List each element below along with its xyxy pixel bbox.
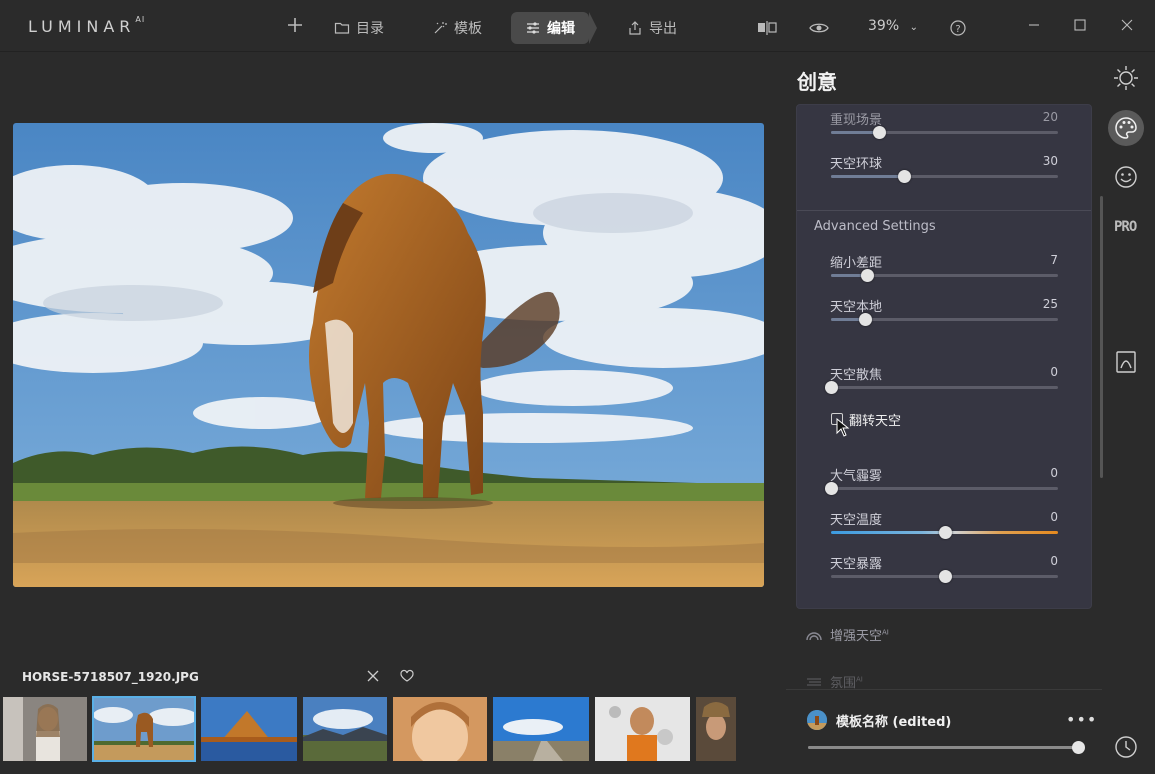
smile-icon[interactable] (1112, 163, 1140, 191)
mouse-cursor-icon (836, 418, 850, 437)
panel-title: 创意 (797, 70, 837, 94)
slider-value: 7 (1050, 253, 1058, 267)
minimize-icon[interactable] (1026, 17, 1042, 33)
portrait-icon[interactable] (1112, 348, 1140, 376)
slider-label: 天空温度 (830, 513, 883, 528)
svg-text:?: ? (955, 24, 960, 35)
fog-icon (807, 677, 821, 686)
thumbnail[interactable] (393, 697, 487, 761)
main-photo-canvas[interactable] (13, 123, 764, 587)
panel-scrollbar[interactable] (1100, 196, 1103, 478)
slider-value: 30 (1042, 154, 1058, 168)
tab-templates[interactable]: 模板 (432, 12, 482, 44)
folder-icon (334, 22, 350, 34)
thumbnail[interactable] (493, 697, 589, 761)
title-bar: LUMINARAI 目录 模板 编辑 导出 39% ⌄ ? (0, 0, 1155, 52)
slider-relight-scene[interactable] (831, 126, 1058, 139)
template-name: 模板名称 (edited) (836, 715, 952, 730)
slider-value: 0 (1050, 466, 1058, 480)
close-icon[interactable] (1119, 17, 1135, 33)
maximize-icon[interactable] (1072, 17, 1088, 33)
palette-icon[interactable] (1112, 114, 1140, 142)
section-augmented-sky[interactable]: 增强天空AI (806, 625, 889, 644)
thumbnail[interactable] (696, 697, 736, 761)
tab-export[interactable]: 导出 (627, 12, 677, 44)
sliders-icon (527, 22, 539, 34)
sky-ai-settings-card: 重现场景 20 天空环球 30 Advanced Settings 缩小差距 7… (796, 104, 1092, 609)
history-icon[interactable] (1112, 733, 1140, 761)
thumbnail-image (201, 697, 297, 761)
thumbnail[interactable] (201, 697, 297, 761)
slider-label: 缩小差距 (830, 256, 883, 271)
pro-icon[interactable]: PRO (1114, 219, 1137, 235)
eye-icon[interactable] (809, 18, 829, 38)
thumbnail-image (93, 697, 195, 761)
template-thumbnail (807, 710, 827, 730)
thumbnail[interactable] (303, 697, 387, 761)
magic-wand-icon (434, 22, 447, 34)
thumbnail-image (303, 697, 387, 761)
divider (786, 689, 1102, 690)
add-photos-button[interactable] (284, 14, 306, 36)
slider-label: 天空环球 (830, 157, 883, 172)
horse-photo (13, 123, 764, 587)
slider-atmospheric-haze[interactable] (825, 482, 1058, 495)
advanced-settings-header[interactable]: Advanced Settings (814, 219, 936, 234)
photo-filename: HORSE-5718507_1920.JPG (22, 670, 199, 684)
divider (797, 210, 1091, 211)
slider-value: 20 (1042, 110, 1058, 124)
flip-sky-label[interactable]: 翻转天空 (849, 410, 901, 429)
chevron-down-icon: ⌄ (909, 22, 918, 33)
compare-icon[interactable] (757, 18, 777, 38)
slider-label: 天空本地 (830, 300, 883, 315)
slider-sky-temperature[interactable] (831, 526, 1058, 539)
slider-label: 天空散焦 (830, 368, 883, 383)
slider-sky-local[interactable] (831, 313, 1058, 326)
slider-sky-exposure[interactable] (831, 570, 1058, 583)
slider-sky-defocus[interactable] (825, 381, 1058, 394)
slider-close-gaps[interactable] (831, 269, 1058, 282)
plus-icon (288, 18, 302, 32)
section-label: 增强天空AI (830, 628, 889, 644)
heart-icon[interactable] (399, 668, 415, 684)
thumbnail-image (696, 697, 736, 761)
tab-edit-label: 编辑 (547, 21, 575, 37)
slider-value: 0 (1050, 365, 1058, 379)
template-amount-slider[interactable] (808, 741, 1085, 754)
slider-sky-global[interactable] (831, 170, 1058, 183)
reject-icon[interactable] (365, 668, 381, 684)
sun-icon[interactable] (1112, 64, 1140, 92)
zoom-dropdown[interactable]: 39% ⌄ (868, 18, 918, 34)
tab-templates-label: 模板 (454, 21, 482, 37)
slider-label: 重现场景 (830, 113, 883, 128)
tab-edit[interactable]: 编辑 (511, 12, 597, 44)
help-icon[interactable]: ? (948, 18, 968, 38)
thumbnail-image (393, 697, 487, 761)
slider-label: 大气霾雾 (830, 469, 883, 484)
thumbnail-selected[interactable] (92, 696, 196, 762)
tab-catalog[interactable]: 目录 (334, 12, 384, 44)
tab-export-label: 导出 (649, 21, 677, 37)
app-logo: LUMINARAI (28, 14, 146, 36)
slider-value: 25 (1042, 297, 1058, 311)
thumbnail[interactable] (595, 697, 690, 761)
slider-label: 天空暴露 (830, 557, 883, 572)
thumbnail-image (493, 697, 589, 761)
rainbow-icon (806, 631, 822, 640)
share-icon (629, 21, 641, 35)
thumbnail[interactable] (3, 697, 87, 761)
thumbnail-image (3, 697, 87, 761)
slider-value: 0 (1050, 554, 1058, 568)
tab-catalog-label: 目录 (356, 21, 384, 37)
thumbnail-image (595, 697, 690, 761)
more-options-button[interactable]: ••• (1066, 710, 1097, 729)
slider-value: 0 (1050, 510, 1058, 524)
